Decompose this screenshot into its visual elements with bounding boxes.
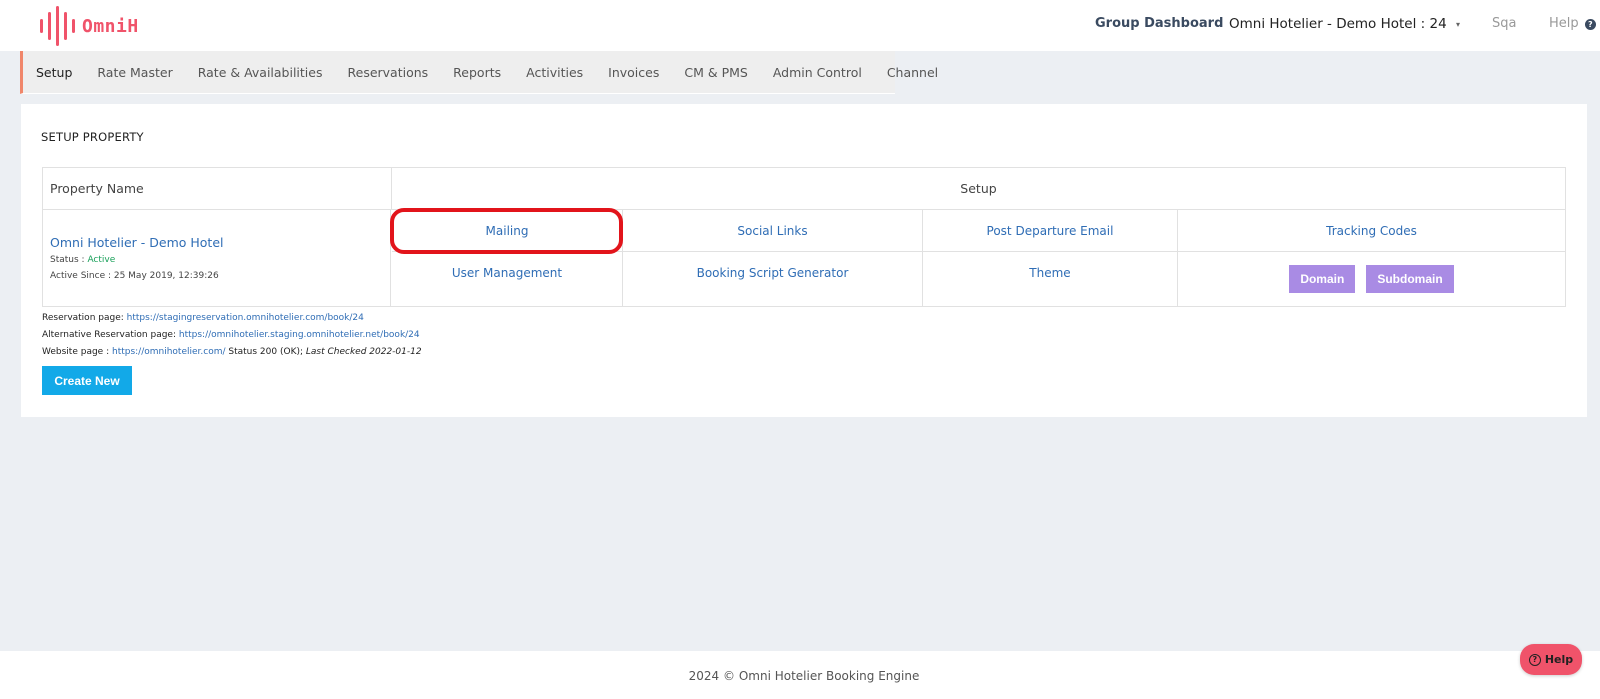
reservation-page-link[interactable]: https://stagingreservation.omnihotelier.… xyxy=(127,313,364,323)
footer-copyright: 2024 © Omni Hotelier Booking Engine xyxy=(688,669,920,683)
create-new-button[interactable]: Create New xyxy=(42,366,132,395)
booking-script-generator-link[interactable]: Booking Script Generator xyxy=(697,266,849,280)
main-nav: Setup Rate Master Rate & Availabilities … xyxy=(0,51,1600,95)
logo-bars-icon xyxy=(40,6,75,46)
theme-link[interactable]: Theme xyxy=(1029,266,1070,280)
floating-help-label: Help xyxy=(1544,653,1574,666)
logo-text: OmniH xyxy=(82,15,139,37)
header-property-name: Property Name xyxy=(43,168,392,210)
user-management-cell: User Management xyxy=(392,252,623,306)
booking-script-cell: Booking Script Generator xyxy=(623,252,923,306)
domain-button[interactable]: Domain xyxy=(1289,265,1356,293)
status-label: Status : xyxy=(50,255,88,265)
tracking-codes-cell: Tracking Codes xyxy=(1178,210,1565,252)
user-management-link[interactable]: User Management xyxy=(452,266,562,280)
reservation-page-line: Reservation page: https://stagingreserva… xyxy=(42,313,364,323)
social-links-cell: Social Links xyxy=(623,210,923,252)
mailing-link[interactable]: Mailing xyxy=(486,224,529,238)
nav-admin-control[interactable]: Admin Control xyxy=(773,65,862,80)
alt-reservation-page-link[interactable]: https://omnihotelier.staging.omnihotelie… xyxy=(179,330,420,340)
question-icon: ? xyxy=(1584,19,1596,30)
top-header: OmniH Group Dashboard Omni Hotelier - De… xyxy=(0,0,1600,51)
website-label: Website page : xyxy=(42,347,112,357)
status-badge: Active xyxy=(87,255,116,265)
property-name-link[interactable]: Omni Hotelier - Demo Hotel xyxy=(50,235,223,250)
website-page-line: Website page : https://omnihotelier.com/… xyxy=(42,347,422,357)
nav-setup[interactable]: Setup xyxy=(36,65,72,80)
header-help-label: Help xyxy=(1549,16,1579,31)
nav-rate-master[interactable]: Rate Master xyxy=(97,65,172,80)
floating-help-button[interactable]: ? Help xyxy=(1520,644,1582,675)
website-page-link[interactable]: https://omnihotelier.com/ xyxy=(112,347,226,357)
last-checked: Last Checked 2022-01-12 xyxy=(305,347,422,357)
website-status: Status 200 (OK); xyxy=(225,347,306,357)
section-title: SETUP PROPERTY xyxy=(41,130,144,144)
nav-channel[interactable]: Channel xyxy=(887,65,938,80)
nav-reservations[interactable]: Reservations xyxy=(348,65,429,80)
mailing-cell: Mailing xyxy=(392,210,623,252)
subdomain-button[interactable]: Subdomain xyxy=(1366,265,1454,293)
footer: 2024 © Omni Hotelier Booking Engine xyxy=(0,651,1600,699)
nav-rate-availabilities[interactable]: Rate & Availabilities xyxy=(198,65,323,80)
property-status: Status : Active xyxy=(50,255,115,265)
question-circle-icon: ? xyxy=(1528,653,1541,666)
nav-cm-pms[interactable]: CM & PMS xyxy=(684,65,747,80)
nav-activities[interactable]: Activities xyxy=(526,65,583,80)
group-dashboard-link[interactable]: Group Dashboard xyxy=(1095,16,1223,31)
post-departure-email-link[interactable]: Post Departure Email xyxy=(987,224,1114,238)
post-departure-cell: Post Departure Email xyxy=(923,210,1178,252)
nav-reports[interactable]: Reports xyxy=(453,65,501,80)
header-help-link[interactable]: Help ? xyxy=(1549,16,1596,31)
property-cell: Omni Hotelier - Demo Hotel Status : Acti… xyxy=(43,210,391,306)
alt-reservation-page-line: Alternative Reservation page: https://om… xyxy=(42,330,420,340)
social-links-link[interactable]: Social Links xyxy=(737,224,807,238)
header-setup: Setup xyxy=(392,168,1565,210)
chevron-down-icon[interactable]: ▾ xyxy=(1456,20,1460,29)
reservation-page-label: Reservation page: xyxy=(42,313,127,323)
tracking-codes-link[interactable]: Tracking Codes xyxy=(1326,224,1417,238)
nav-bar: Setup Rate Master Rate & Availabilities … xyxy=(20,51,938,94)
domain-cell: Domain Subdomain xyxy=(1178,252,1565,306)
theme-cell: Theme xyxy=(923,252,1178,306)
active-since: Active Since : 25 May 2019, 12:39:26 xyxy=(50,271,219,281)
nav-invoices[interactable]: Invoices xyxy=(608,65,659,80)
setup-property-card: SETUP PROPERTY Property Name Setup Omni … xyxy=(21,104,1587,417)
hotel-selector[interactable]: Omni Hotelier - Demo Hotel : 24 xyxy=(1229,16,1447,32)
alt-reservation-label: Alternative Reservation page: xyxy=(42,330,179,340)
setup-table: Property Name Setup Omni Hotelier - Demo… xyxy=(42,167,1566,307)
user-menu[interactable]: Sqa xyxy=(1492,16,1516,31)
omnih-logo[interactable]: OmniH xyxy=(40,6,139,46)
